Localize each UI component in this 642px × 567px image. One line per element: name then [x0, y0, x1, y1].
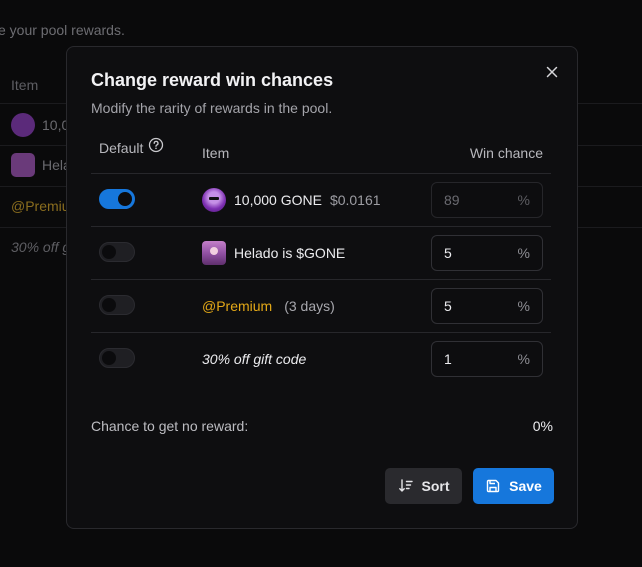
- default-toggle[interactable]: [99, 295, 135, 315]
- gone-token-avatar: [202, 188, 226, 212]
- win-chance-input[interactable]: [444, 351, 504, 367]
- save-button-label: Save: [509, 478, 542, 494]
- toggle-knob: [102, 298, 116, 312]
- win-chance-field[interactable]: %: [431, 341, 543, 377]
- item-cell: 30% off gift code: [202, 333, 306, 385]
- table-header: Default Item Win chance: [91, 137, 551, 174]
- background-row: 10,0: [11, 113, 69, 137]
- background-avatar: [11, 153, 35, 177]
- background-column-item: Item: [11, 77, 39, 93]
- item-name: Helado is $GONE: [234, 245, 346, 261]
- win-chance-input[interactable]: [444, 298, 504, 314]
- percent-suffix: %: [517, 245, 530, 261]
- background-avatar: [11, 113, 35, 137]
- win-chance-field[interactable]: %: [431, 288, 543, 324]
- win-chance-field: %: [431, 182, 543, 218]
- table-row: Helado is $GONE %: [91, 227, 551, 280]
- default-toggle[interactable]: [99, 242, 135, 262]
- percent-suffix: %: [517, 351, 530, 367]
- toggle-knob: [118, 192, 132, 206]
- sort-icon: [398, 478, 414, 494]
- helado-avatar: [202, 241, 226, 265]
- background-subtitle: e your pool rewards.: [0, 22, 125, 38]
- win-chance-input: [444, 192, 504, 208]
- default-toggle[interactable]: [99, 189, 135, 209]
- table-row: 10,000 GONE $0.0161 %: [91, 174, 551, 227]
- modal-title: Change reward win chances: [91, 70, 334, 90]
- background-row: Hela: [11, 153, 71, 177]
- no-reward-value: 0%: [532, 418, 553, 434]
- save-button[interactable]: Save: [473, 468, 554, 504]
- win-chance-field[interactable]: %: [431, 235, 543, 271]
- background-row-label: 30% off g: [11, 239, 71, 255]
- item-cell: 10,000 GONE $0.0161: [202, 174, 381, 226]
- toggle-knob: [102, 351, 116, 365]
- percent-suffix: %: [517, 298, 530, 314]
- background-row: 30% off g: [11, 239, 70, 255]
- background-row-label: @Premiu: [11, 198, 70, 214]
- item-name: @Premium: [202, 298, 273, 314]
- close-icon[interactable]: [543, 63, 561, 81]
- table-row: @Premium (3 days) %: [91, 280, 551, 333]
- help-circle-icon[interactable]: [148, 137, 164, 153]
- no-reward-label: Chance to get no reward:: [91, 418, 249, 434]
- item-cell: Helado is $GONE: [202, 227, 345, 279]
- default-toggle[interactable]: [99, 348, 135, 368]
- column-default-label: Default: [99, 140, 144, 156]
- column-item: Item: [202, 145, 230, 161]
- item-cell: @Premium (3 days): [202, 280, 335, 332]
- win-chance-input[interactable]: [444, 245, 504, 261]
- column-win-chance: Win chance: [469, 145, 543, 161]
- reward-chances-modal: Change reward win chances Modify the rar…: [66, 46, 578, 529]
- save-icon: [485, 478, 501, 494]
- item-detail: (3 days): [284, 298, 335, 314]
- percent-suffix: %: [517, 192, 530, 208]
- item-price: $0.0161: [329, 192, 381, 208]
- background-row: @Premiu: [11, 198, 70, 214]
- table-row: 30% off gift code %: [91, 333, 551, 386]
- item-name: 10,000 GONE: [234, 192, 322, 208]
- toggle-knob: [102, 245, 116, 259]
- item-name: 30% off gift code: [202, 351, 307, 367]
- column-default: Default: [99, 137, 164, 156]
- modal-subtitle: Modify the rarity of rewards in the pool…: [91, 100, 333, 116]
- sort-button[interactable]: Sort: [385, 468, 462, 504]
- sort-button-label: Sort: [421, 478, 450, 494]
